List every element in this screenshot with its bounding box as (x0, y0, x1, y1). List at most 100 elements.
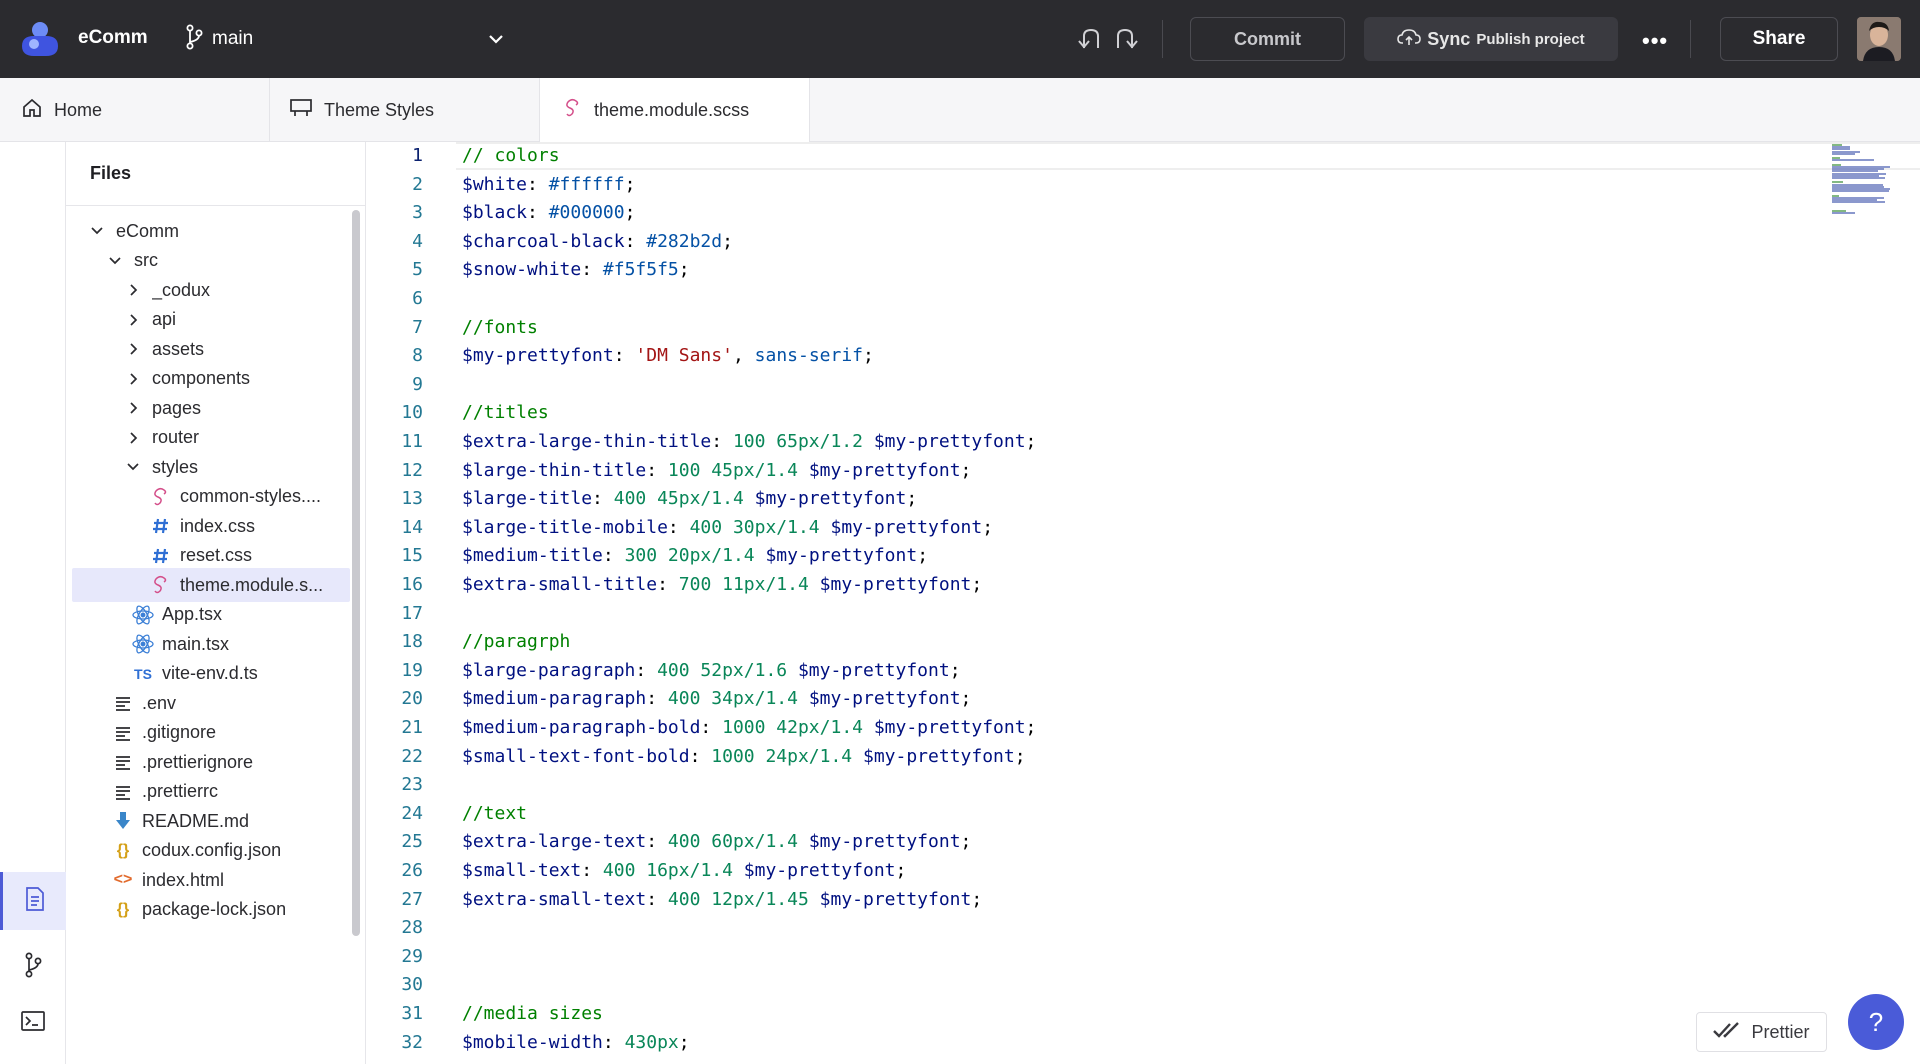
code-token: : (711, 431, 733, 452)
line-number: 18 (401, 631, 423, 653)
code-line: 4 $charcoal-black: #282b2d; (366, 228, 1766, 257)
code-token: : (602, 545, 625, 567)
chevron-down-icon (86, 224, 108, 238)
code-line: 19 $large-paragraph: 400 52px/1.6 $my-pre… (366, 657, 1766, 686)
prettier-button[interactable]: Prettier (1696, 1012, 1827, 1052)
code-line: 2 $white: #ffffff; (366, 171, 1766, 200)
code-token: 400 52px/1.6 (657, 659, 798, 681)
code-token: #f5f5f5 (602, 259, 679, 281)
line-number: 20 (401, 688, 423, 710)
code-token: 700 11px/1.4 (678, 574, 820, 595)
terminal-icon (21, 1010, 45, 1036)
tab-label: Home (54, 99, 103, 120)
source-control-button[interactable] (0, 938, 66, 996)
code-text: $small-text: 400 16px/1.4 $my-prettyfont… (462, 857, 906, 886)
code-line: 23 (366, 771, 1766, 800)
code-token: $medium-paragraph (462, 688, 647, 710)
code-token: $mobile-width (462, 1031, 603, 1053)
undo-icon[interactable] (1076, 26, 1104, 57)
share-button[interactable]: Share (1720, 17, 1838, 61)
code-token: 400 12px/1.45 (667, 888, 820, 910)
code-line: 10 //titles (366, 399, 1766, 428)
sync-publish-button[interactable]: Sync Publish project (1364, 17, 1618, 61)
chevron-right-icon (122, 401, 144, 415)
code-token: $my-prettyfont (862, 745, 1015, 767)
line-number: 5 (412, 259, 423, 281)
code-line: 17 (366, 600, 1766, 629)
code-text: $large-title: 400 45px/1.4 $my-prettyfon… (462, 485, 917, 514)
code-token: $my-prettyfont (797, 659, 950, 681)
user-avatar[interactable] (1857, 17, 1901, 61)
code-token: $white (462, 173, 528, 195)
code-token: $medium-title (462, 545, 603, 567)
files-scrollbar[interactable] (352, 210, 360, 936)
file-tree-item[interactable]: {} package-lock.json (72, 893, 350, 927)
code-token: : (689, 745, 712, 767)
minimap-line (1832, 177, 1885, 179)
terminal-button[interactable] (0, 994, 66, 1052)
code-token: 1000 24px/1.4 (711, 745, 863, 767)
code-token: $medium-paragraph-bold (462, 717, 701, 738)
code-text: //paragrph (462, 628, 570, 657)
code-token: : (613, 345, 636, 367)
code-token: #282b2d (646, 230, 723, 252)
text-file-icon (112, 695, 134, 711)
publish-project-label: Publish project (1476, 30, 1585, 48)
code-token: 400 30px/1.4 (689, 516, 831, 538)
git-branch-icon (184, 24, 204, 55)
files-view-button[interactable] (0, 872, 66, 930)
code-text: $medium-paragraph: 400 34px/1.4 $my-pret… (462, 685, 971, 714)
code-token: : (581, 860, 603, 881)
tab-theme-styles[interactable]: Theme Styles (270, 78, 540, 142)
help-button[interactable]: ? (1848, 994, 1904, 1050)
code-token: $large-paragraph (462, 659, 636, 681)
more-options-icon[interactable]: ••• (1642, 28, 1668, 54)
code-line: 31 //media sizes (366, 1000, 1766, 1029)
file-tree-label: .prettierignore (142, 751, 254, 772)
code-editor[interactable]: 1 // colors 2 $white: #ffffff; 3 $black: #000… (366, 142, 1920, 1064)
tab-label: Theme Styles (324, 99, 435, 120)
react-icon (132, 634, 154, 654)
codux-logo-icon[interactable] (20, 20, 60, 58)
code-token: ; (960, 831, 972, 853)
line-number: 7 (412, 316, 423, 338)
code-line: 28 (366, 914, 1766, 943)
branch-selector[interactable]: main (184, 24, 253, 54)
line-number: 23 (401, 774, 423, 796)
tab-home[interactable]: Home (0, 78, 270, 142)
code-text: //media sizes (462, 1000, 603, 1029)
file-tree-label: assets (152, 338, 205, 359)
editor-tab-bar: Home Theme Styles theme.module.scss (0, 78, 1920, 143)
minimap-line (1832, 159, 1874, 162)
line-number: 21 (401, 717, 423, 738)
scss-icon (150, 575, 172, 595)
file-tree-label: README.md (142, 810, 250, 831)
file-tree-label: components (152, 368, 251, 388)
files-panel: Files eComm src _codux api assets components p… (66, 142, 366, 1064)
code-token: 400 34px/1.4 (667, 688, 809, 710)
html-icon: <> (113, 871, 133, 888)
code-token: 430px (624, 1031, 679, 1053)
line-number: 12 (401, 459, 423, 481)
line-number: 6 (412, 288, 423, 309)
redo-icon[interactable] (1112, 26, 1140, 57)
chevron-down-icon[interactable] (488, 28, 504, 55)
file-tree-label: App.tsx (162, 604, 223, 624)
chevron-right-icon (122, 283, 144, 297)
activity-bar (0, 142, 66, 1064)
file-tree-label: .env (142, 692, 177, 713)
sync-label: Sync (1427, 28, 1471, 49)
line-number: 2 (412, 173, 423, 195)
code-token: // colors (462, 145, 560, 166)
line-number: 8 (412, 345, 423, 367)
code-token: $my-prettyfont (808, 459, 961, 481)
code-text: //text (462, 800, 527, 829)
tab-theme-module-scss[interactable]: theme.module.scss (540, 78, 810, 143)
commit-button[interactable]: Commit (1190, 17, 1345, 61)
code-token: 400 16px/1.4 (602, 860, 744, 881)
code-token: 300 20px/1.4 (624, 545, 766, 567)
code-line: 26 $small-text: 400 16px/1.4 $my-prettyfo… (366, 857, 1766, 886)
file-tree-label: theme.module.s... (180, 574, 324, 595)
minimap[interactable] (1786, 142, 1920, 1064)
file-tree-label: eComm (116, 220, 180, 241)
